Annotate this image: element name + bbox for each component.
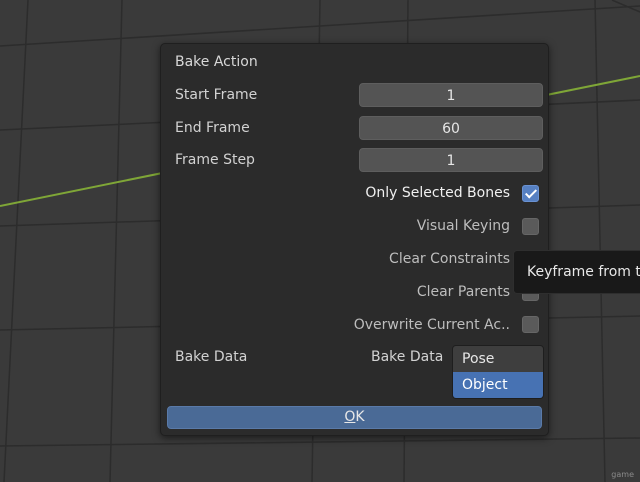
clear-constraints-label: Clear Constraints [389, 251, 510, 267]
ok-button[interactable]: OK [167, 406, 542, 429]
ok-label-rest: K [355, 409, 365, 425]
bake-data-option-object[interactable]: Object [453, 372, 543, 398]
visual-keying-label: Visual Keying [416, 218, 510, 234]
ok-mnemonic: O [344, 409, 356, 425]
bake-data-option-pose[interactable]: Pose [453, 346, 543, 372]
only-selected-bones-label: Only Selected Bones [365, 185, 510, 201]
end-frame-label: End Frame [175, 120, 250, 136]
start-frame-field[interactable]: 1 [359, 83, 543, 107]
frame-step-field[interactable]: 1 [359, 148, 543, 172]
tooltip-text: Keyframe from th [527, 264, 640, 280]
bake-action-dialog: Bake Action Start Frame 1 End Frame 60 F… [160, 43, 549, 436]
watermark: game [611, 470, 634, 479]
bake-data-section-label: Bake Data [175, 349, 248, 365]
visual-keying-checkbox[interactable] [522, 218, 539, 235]
dialog-title: Bake Action [175, 54, 258, 70]
bake-data-dropdown[interactable]: Pose Object [452, 345, 544, 399]
frame-step-label: Frame Step [175, 152, 255, 168]
end-frame-field[interactable]: 60 [359, 116, 543, 140]
tooltip: Keyframe from th [513, 250, 640, 294]
overwrite-current-action-checkbox[interactable] [522, 316, 539, 333]
overwrite-current-action-label: Overwrite Current Ac.. [353, 317, 510, 333]
bake-data-field-label: Bake Data [371, 349, 444, 365]
only-selected-bones-checkbox[interactable] [522, 185, 539, 202]
clear-parents-label: Clear Parents [416, 284, 510, 300]
start-frame-label: Start Frame [175, 87, 258, 103]
